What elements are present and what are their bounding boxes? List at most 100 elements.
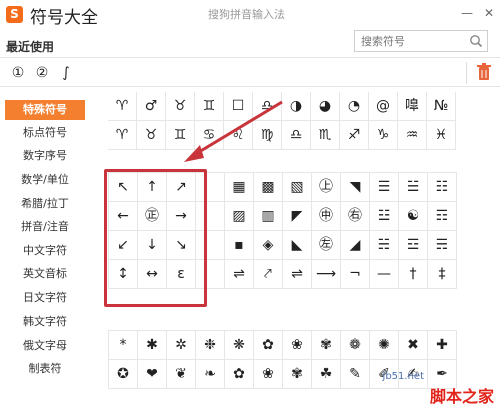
close-button[interactable]: ✕ bbox=[478, 2, 500, 24]
sidebar-item-special[interactable]: 特殊符号 bbox=[5, 100, 85, 120]
symbol-cell[interactable]: ⇌ bbox=[283, 260, 312, 289]
symbol-cell[interactable]: ✚ bbox=[428, 331, 457, 360]
recent-item[interactable]: ① bbox=[6, 61, 30, 85]
symbol-cell[interactable]: ❁ bbox=[341, 331, 370, 360]
symbol-cell[interactable]: ☴ bbox=[428, 231, 457, 260]
symbol-cell[interactable]: ◣ bbox=[283, 231, 312, 260]
symbol-cell[interactable]: @ bbox=[369, 92, 398, 121]
search-box[interactable] bbox=[354, 30, 488, 52]
symbol-cell[interactable]: † bbox=[399, 260, 428, 289]
recent-item[interactable]: ② bbox=[30, 61, 54, 85]
symbol-cell[interactable]: ♍ bbox=[253, 121, 282, 150]
symbol-cell[interactable]: ◑ bbox=[282, 92, 311, 121]
symbol-cell[interactable]: ◢ bbox=[341, 231, 370, 260]
symbol-cell[interactable]: ♂ bbox=[137, 92, 166, 121]
symbol-cell[interactable]: ♑ bbox=[369, 121, 398, 150]
symbol-cell[interactable]: ◕ bbox=[311, 92, 340, 121]
symbol-cell[interactable]: ♈ bbox=[108, 121, 137, 150]
symbol-cell[interactable]: ✖ bbox=[399, 331, 428, 360]
symbol-cell[interactable]: ❀ bbox=[283, 331, 312, 360]
symbol-cell[interactable]: ▧ bbox=[283, 173, 312, 202]
symbol-cell[interactable]: ♎ bbox=[253, 92, 282, 121]
sidebar-item-japanese[interactable]: 日文字符 bbox=[5, 288, 85, 308]
trash-icon[interactable] bbox=[476, 63, 492, 81]
sidebar-item-punctuation[interactable]: 标点符号 bbox=[5, 123, 85, 143]
sidebar-item-greek-latin[interactable]: 希腊/拉丁 bbox=[5, 194, 85, 214]
symbol-cell[interactable]: ♈ bbox=[108, 92, 137, 121]
symbol-cell[interactable]: ♉ bbox=[166, 92, 195, 121]
symbol-cell[interactable]: ✾ bbox=[283, 360, 312, 389]
symbol-cell[interactable]: ✪ bbox=[109, 360, 138, 389]
symbol-cell[interactable]: ☳ bbox=[370, 202, 399, 231]
symbol-cell[interactable]: ✎ bbox=[341, 360, 370, 389]
symbol-cell[interactable]: ♌ bbox=[224, 121, 253, 150]
symbol-cell[interactable]: ▩ bbox=[254, 173, 283, 202]
symbol-cell[interactable]: ◤ bbox=[283, 202, 312, 231]
symbol-cell[interactable]: ✿ bbox=[225, 360, 254, 389]
minimize-button[interactable]: — bbox=[456, 2, 478, 24]
symbol-cell[interactable]: ☰ bbox=[370, 173, 399, 202]
symbol-cell[interactable]: ✾ bbox=[312, 331, 341, 360]
symbol-cell[interactable]: ❀ bbox=[254, 360, 283, 389]
symbol-cell[interactable]: ❋ bbox=[225, 331, 254, 360]
symbol-cell[interactable]: ❤ bbox=[138, 360, 167, 389]
symbol-cell[interactable]: ♏ bbox=[311, 121, 340, 150]
symbol-cell[interactable]: ☶ bbox=[428, 202, 457, 231]
symbol-cell[interactable]: ⟶ bbox=[312, 260, 341, 289]
symbol-cell[interactable]: 嘷 bbox=[398, 92, 427, 121]
symbol-cell[interactable]: ☷ bbox=[428, 173, 457, 202]
symbol-cell[interactable]: ▦ bbox=[225, 173, 254, 202]
symbol-cell[interactable]: ♊ bbox=[195, 92, 224, 121]
symbol-cell[interactable]: ㊤ bbox=[312, 173, 341, 202]
symbol-cell[interactable]: ❉ bbox=[196, 331, 225, 360]
sidebar-item-pinyin[interactable]: 拼音/注音 bbox=[5, 217, 85, 237]
symbol-cell[interactable]: ◈ bbox=[254, 231, 283, 260]
sidebar-item-chinese[interactable]: 中文字符 bbox=[5, 241, 85, 261]
symbol-cell[interactable]: ㊨ bbox=[341, 202, 370, 231]
sidebar-item-math[interactable]: 数学/单位 bbox=[5, 170, 85, 190]
symbol-cell[interactable]: ☲ bbox=[399, 231, 428, 260]
sidebar-item-phonetic[interactable]: 英文音标 bbox=[5, 264, 85, 284]
symbol-cell[interactable]: — bbox=[370, 260, 399, 289]
symbol-cell[interactable]: ‡ bbox=[428, 260, 457, 289]
symbol-cell[interactable]: ✺ bbox=[370, 331, 399, 360]
symbol-cell[interactable]: ♓ bbox=[427, 121, 456, 150]
search-input[interactable] bbox=[355, 31, 465, 51]
symbol-cell[interactable]: ❦ bbox=[167, 360, 196, 389]
symbol-cell[interactable]: ⤤ bbox=[254, 260, 283, 289]
annotation-highlight-box bbox=[104, 169, 207, 307]
symbol-cell[interactable]: ▪ bbox=[225, 231, 254, 260]
symbol-cell[interactable]: ▨ bbox=[225, 202, 254, 231]
symbol-cell[interactable]: ❧ bbox=[196, 360, 225, 389]
symbol-cell[interactable]: ♋ bbox=[195, 121, 224, 150]
sidebar-item-korean[interactable]: 韩文字符 bbox=[5, 312, 85, 332]
symbol-cell[interactable]: ☯ bbox=[399, 202, 428, 231]
sidebar-item-box-drawing[interactable]: 制表符 bbox=[5, 359, 85, 379]
symbol-cell[interactable]: ⇌ bbox=[225, 260, 254, 289]
symbol-cell[interactable]: ◔ bbox=[340, 92, 369, 121]
symbol-cell[interactable]: ♒ bbox=[398, 121, 427, 150]
symbol-cell[interactable]: ㊧ bbox=[312, 231, 341, 260]
symbol-cell[interactable]: ☐ bbox=[224, 92, 253, 121]
symbol-cell[interactable]: ✿ bbox=[254, 331, 283, 360]
symbol-cell[interactable]: ☘ bbox=[312, 360, 341, 389]
symbol-cell[interactable]: ♊ bbox=[166, 121, 195, 150]
symbol-cell[interactable]: ¬ bbox=[341, 260, 370, 289]
symbol-cell[interactable]: ㊥ bbox=[312, 202, 341, 231]
symbol-cell[interactable]: ♎ bbox=[282, 121, 311, 150]
sogou-logo-icon: S bbox=[6, 6, 23, 23]
symbol-cell[interactable]: * bbox=[109, 331, 138, 360]
sidebar-item-numbers[interactable]: 数字序号 bbox=[5, 146, 85, 166]
symbol-cell[interactable]: ♉ bbox=[137, 121, 166, 150]
symbol-cell[interactable]: № bbox=[427, 92, 456, 121]
symbol-cell[interactable]: ✲ bbox=[167, 331, 196, 360]
search-icon[interactable] bbox=[469, 34, 483, 48]
symbol-cell[interactable]: ▥ bbox=[254, 202, 283, 231]
symbol-cell[interactable]: ☱ bbox=[399, 173, 428, 202]
symbol-cell[interactable]: ♐ bbox=[340, 121, 369, 150]
symbol-cell[interactable]: ◥ bbox=[341, 173, 370, 202]
symbol-cell[interactable]: ☵ bbox=[370, 231, 399, 260]
symbol-cell[interactable]: ✱ bbox=[138, 331, 167, 360]
recent-item[interactable]: ∫ bbox=[54, 61, 78, 85]
sidebar-item-russian[interactable]: 俄文字母 bbox=[5, 336, 85, 356]
